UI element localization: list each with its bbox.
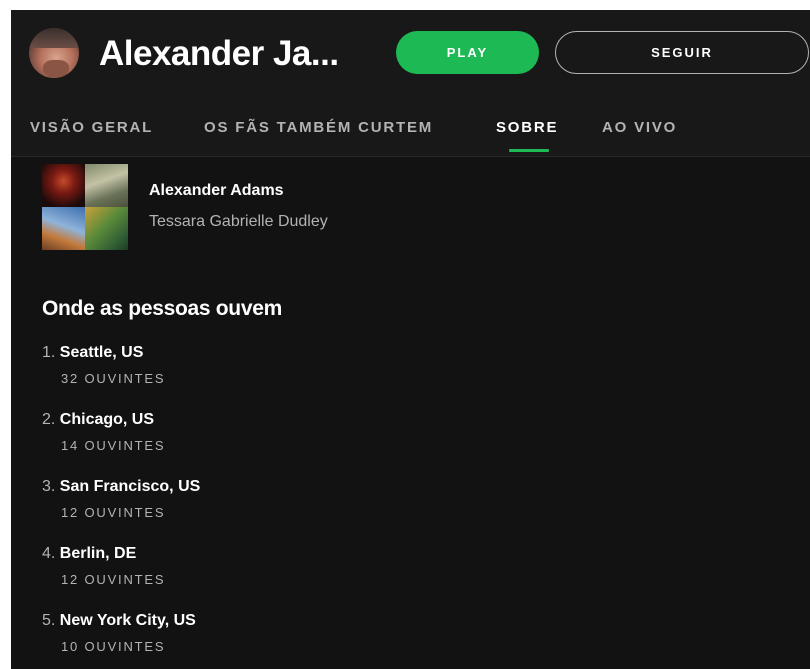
cover-art-1 (42, 164, 85, 207)
artist-name: Alexander Ja... (99, 34, 339, 73)
active-tab-indicator (509, 149, 549, 152)
city-name: San Francisco, US (59, 478, 201, 495)
follow-button[interactable]: SEGUIR (555, 31, 809, 74)
city-name: Berlin, DE (59, 545, 137, 562)
feature-title[interactable]: Alexander Adams (149, 181, 284, 201)
artist-header: Alexander Ja... PLAY SEGUIR VISÃO GERAL … (11, 10, 810, 157)
city-rank: 2. (42, 411, 56, 428)
city-rank: 1. (42, 344, 56, 361)
city-list-item: 5. New York City, US 10 OUVINTES (42, 611, 542, 667)
city-listeners: 10 OUVINTES (61, 639, 166, 654)
artist-page: Alexander Ja... PLAY SEGUIR VISÃO GERAL … (11, 10, 810, 669)
city-list-item: 2. Chicago, US 14 OUVINTES (42, 410, 542, 466)
tab-live[interactable]: AO VIVO (602, 118, 677, 138)
city-rank: 3. (42, 478, 56, 495)
city-listeners: 12 OUVINTES (61, 505, 166, 520)
city-list-item: 1. Seattle, US 32 OUVINTES (42, 343, 542, 399)
feature-subtitle[interactable]: Tessara Gabrielle Dudley (149, 212, 328, 232)
city-listeners: 12 OUVINTES (61, 572, 166, 587)
playlist-cover-collage[interactable] (42, 164, 128, 250)
city-rank: 4. (42, 545, 56, 562)
city-name: Chicago, US (59, 411, 155, 428)
avatar-hair (29, 28, 79, 48)
play-button[interactable]: PLAY (396, 31, 539, 74)
where-people-listen-title: Onde as pessoas ouvem (42, 297, 282, 320)
cover-art-4 (85, 207, 128, 250)
city-rank: 5. (42, 612, 56, 629)
city-name: New York City, US (59, 612, 196, 629)
tab-about[interactable]: SOBRE (496, 118, 558, 138)
tab-fans-also-like[interactable]: OS FÃS TAMBÉM CURTEM (204, 118, 433, 138)
cover-art-3 (42, 207, 85, 250)
tab-overview[interactable]: VISÃO GERAL (30, 118, 153, 138)
city-listeners: 14 OUVINTES (61, 438, 166, 453)
city-name: Seattle, US (59, 344, 144, 361)
avatar-beard (43, 60, 69, 78)
about-content: Alexander Adams Tessara Gabrielle Dudley… (11, 157, 810, 669)
city-list-item: 3. San Francisco, US 12 OUVINTES (42, 477, 542, 533)
artist-avatar[interactable] (29, 28, 79, 78)
city-list-item: 4. Berlin, DE 12 OUVINTES (42, 544, 542, 600)
cover-art-2 (85, 164, 128, 207)
city-listeners: 32 OUVINTES (61, 371, 166, 386)
artist-tabs: VISÃO GERAL OS FÃS TAMBÉM CURTEM SOBRE A… (11, 114, 810, 157)
